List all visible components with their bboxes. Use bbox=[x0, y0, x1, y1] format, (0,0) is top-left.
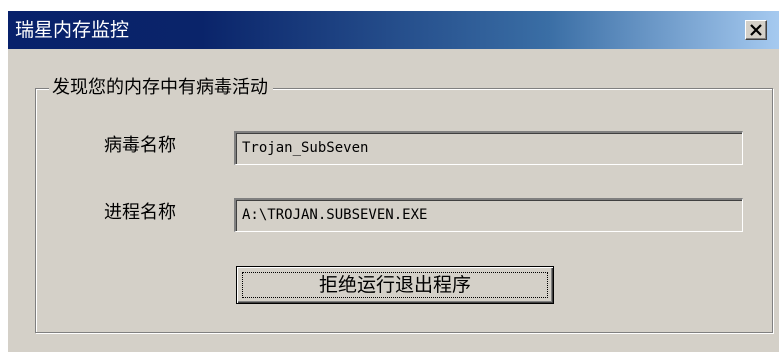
virus-name-label: 病毒名称 bbox=[104, 135, 176, 156]
groupbox-legend: 发现您的内存中有病毒活动 bbox=[49, 77, 273, 99]
process-name-label: 进程名称 bbox=[104, 202, 176, 223]
process-name-field: A:\TROJAN.SUBSEVEN.EXE bbox=[234, 198, 743, 232]
close-button[interactable] bbox=[745, 20, 767, 40]
close-icon bbox=[750, 24, 762, 36]
dialog-window: 瑞星内存监控 发现您的内存中有病毒活动 病毒名称 Trojan_SubSeven… bbox=[7, 11, 779, 352]
deny-and-exit-button-label: 拒绝运行退出程序 bbox=[318, 274, 471, 296]
virus-name-field: Trojan_SubSeven bbox=[234, 131, 743, 165]
deny-and-exit-button[interactable]: 拒绝运行退出程序 bbox=[236, 266, 554, 304]
title-bar[interactable]: 瑞星内存监控 bbox=[8, 11, 779, 49]
window-title: 瑞星内存监控 bbox=[15, 19, 130, 41]
